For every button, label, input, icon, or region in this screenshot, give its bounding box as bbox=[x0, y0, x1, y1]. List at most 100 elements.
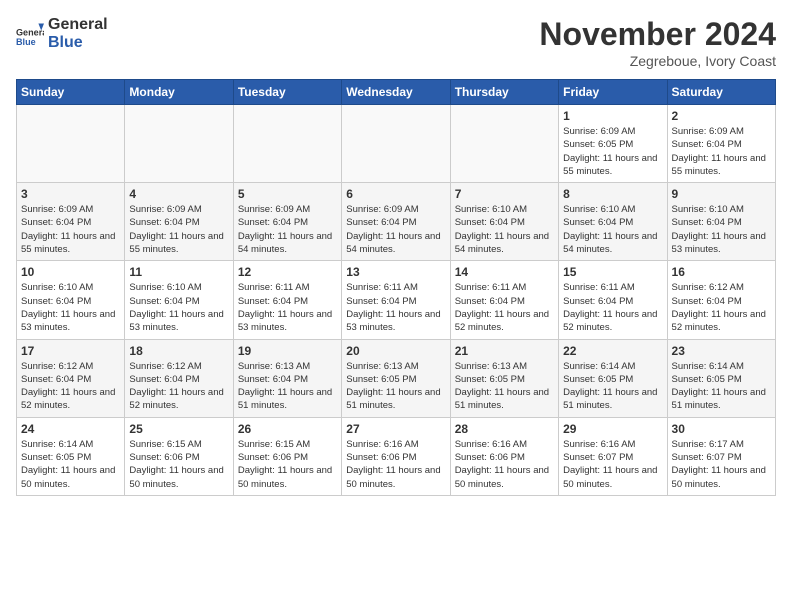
calendar-table: SundayMondayTuesdayWednesdayThursdayFrid… bbox=[16, 79, 776, 496]
calendar-week-row: 17 Sunrise: 6:12 AMSunset: 6:04 PMDayligh… bbox=[17, 339, 776, 417]
day-number: 5 bbox=[238, 187, 337, 201]
svg-text:Blue: Blue bbox=[16, 37, 36, 47]
day-info: Sunrise: 6:10 AMSunset: 6:04 PMDaylight:… bbox=[672, 203, 771, 256]
day-info: Sunrise: 6:10 AMSunset: 6:04 PMDaylight:… bbox=[129, 281, 228, 334]
calendar-cell: 20Sunrise: 6:13 AMSunset: 6:05 PMDayligh… bbox=[342, 339, 450, 417]
calendar-cell: 21 Sunrise: 6:13 AMSunset: 6:05 PMDayligh… bbox=[450, 339, 558, 417]
day-info: Sunrise: 6:12 AMSunset: 6:04 PMDaylight:… bbox=[672, 281, 771, 334]
calendar-cell bbox=[233, 105, 341, 183]
col-header-friday: Friday bbox=[559, 80, 667, 105]
day-info: Sunrise: 6:10 AMSunset: 6:04 PMDaylight:… bbox=[563, 203, 662, 256]
calendar-cell: 7 Sunrise: 6:10 AMSunset: 6:04 PMDaylight… bbox=[450, 183, 558, 261]
day-number: 14 bbox=[455, 265, 554, 279]
calendar-cell: 2 Sunrise: 6:09 AMSunset: 6:04 PMDaylight… bbox=[667, 105, 775, 183]
col-header-sunday: Sunday bbox=[17, 80, 125, 105]
calendar-cell: 8 Sunrise: 6:10 AMSunset: 6:04 PMDaylight… bbox=[559, 183, 667, 261]
calendar-cell: 3 Sunrise: 6:09 AMSunset: 6:04 PMDaylight… bbox=[17, 183, 125, 261]
day-info: Sunrise: 6:15 AMSunset: 6:06 PMDaylight:… bbox=[238, 438, 337, 491]
day-number: 23 bbox=[672, 344, 771, 358]
calendar-cell: 13Sunrise: 6:11 AMSunset: 6:04 PMDayligh… bbox=[342, 261, 450, 339]
day-info: Sunrise: 6:09 AMSunset: 6:04 PMDaylight:… bbox=[672, 125, 771, 178]
day-info: Sunrise: 6:14 AMSunset: 6:05 PMDaylight:… bbox=[672, 360, 771, 413]
day-info: Sunrise: 6:16 AMSunset: 6:06 PMDaylight:… bbox=[455, 438, 554, 491]
calendar-cell: 11 Sunrise: 6:10 AMSunset: 6:04 PMDayligh… bbox=[125, 261, 233, 339]
day-number: 26 bbox=[238, 422, 337, 436]
logo-blue: Blue bbox=[48, 34, 108, 52]
svg-text:General: General bbox=[16, 27, 44, 37]
calendar-week-row: 1Sunrise: 6:09 AMSunset: 6:05 PMDaylight… bbox=[17, 105, 776, 183]
col-header-wednesday: Wednesday bbox=[342, 80, 450, 105]
day-number: 18 bbox=[129, 344, 228, 358]
day-number: 11 bbox=[129, 265, 228, 279]
day-number: 9 bbox=[672, 187, 771, 201]
calendar-cell: 27 Sunrise: 6:16 AMSunset: 6:06 PMDayligh… bbox=[342, 417, 450, 495]
day-info: Sunrise: 6:12 AMSunset: 6:04 PMDaylight:… bbox=[21, 360, 120, 413]
calendar-cell: 15 Sunrise: 6:11 AMSunset: 6:04 PMDayligh… bbox=[559, 261, 667, 339]
calendar-cell: 28 Sunrise: 6:16 AMSunset: 6:06 PMDayligh… bbox=[450, 417, 558, 495]
logo-icon: General Blue bbox=[16, 20, 44, 48]
calendar-week-row: 10 Sunrise: 6:10 AMSunset: 6:04 PMDayligh… bbox=[17, 261, 776, 339]
month-year: November 2024 bbox=[539, 16, 776, 53]
calendar-cell: 23 Sunrise: 6:14 AMSunset: 6:05 PMDayligh… bbox=[667, 339, 775, 417]
calendar-cell: 12 Sunrise: 6:11 AMSunset: 6:04 PMDayligh… bbox=[233, 261, 341, 339]
day-number: 30 bbox=[672, 422, 771, 436]
day-number: 2 bbox=[672, 109, 771, 123]
day-number: 17 bbox=[21, 344, 120, 358]
calendar-cell: 19 Sunrise: 6:13 AMSunset: 6:04 PMDayligh… bbox=[233, 339, 341, 417]
day-info: Sunrise: 6:16 AMSunset: 6:06 PMDaylight:… bbox=[346, 438, 445, 491]
col-header-saturday: Saturday bbox=[667, 80, 775, 105]
logo-general: General bbox=[48, 16, 108, 34]
calendar-cell: 26 Sunrise: 6:15 AMSunset: 6:06 PMDayligh… bbox=[233, 417, 341, 495]
calendar-cell: 29 Sunrise: 6:16 AMSunset: 6:07 PMDayligh… bbox=[559, 417, 667, 495]
day-info: Sunrise: 6:10 AMSunset: 6:04 PMDaylight:… bbox=[21, 281, 120, 334]
col-header-tuesday: Tuesday bbox=[233, 80, 341, 105]
day-number: 19 bbox=[238, 344, 337, 358]
calendar-cell: 18 Sunrise: 6:12 AMSunset: 6:04 PMDayligh… bbox=[125, 339, 233, 417]
day-number: 21 bbox=[455, 344, 554, 358]
calendar-header-row: SundayMondayTuesdayWednesdayThursdayFrid… bbox=[17, 80, 776, 105]
calendar-cell: 22Sunrise: 6:14 AMSunset: 6:05 PMDayligh… bbox=[559, 339, 667, 417]
calendar-cell: 1Sunrise: 6:09 AMSunset: 6:05 PMDaylight… bbox=[559, 105, 667, 183]
calendar-cell bbox=[450, 105, 558, 183]
day-number: 6 bbox=[346, 187, 445, 201]
day-number: 22 bbox=[563, 344, 662, 358]
calendar-cell: 6 Sunrise: 6:09 AMSunset: 6:04 PMDaylight… bbox=[342, 183, 450, 261]
day-info: Sunrise: 6:12 AMSunset: 6:04 PMDaylight:… bbox=[129, 360, 228, 413]
calendar-cell bbox=[125, 105, 233, 183]
day-info: Sunrise: 6:13 AMSunset: 6:05 PMDaylight:… bbox=[346, 360, 445, 413]
day-number: 25 bbox=[129, 422, 228, 436]
day-info: Sunrise: 6:15 AMSunset: 6:06 PMDaylight:… bbox=[129, 438, 228, 491]
day-number: 12 bbox=[238, 265, 337, 279]
day-number: 4 bbox=[129, 187, 228, 201]
calendar-cell: 30 Sunrise: 6:17 AMSunset: 6:07 PMDayligh… bbox=[667, 417, 775, 495]
day-info: Sunrise: 6:09 AMSunset: 6:04 PMDaylight:… bbox=[346, 203, 445, 256]
day-number: 27 bbox=[346, 422, 445, 436]
day-number: 8 bbox=[563, 187, 662, 201]
calendar-cell: 25 Sunrise: 6:15 AMSunset: 6:06 PMDayligh… bbox=[125, 417, 233, 495]
day-info: Sunrise: 6:10 AMSunset: 6:04 PMDaylight:… bbox=[455, 203, 554, 256]
day-number: 7 bbox=[455, 187, 554, 201]
location: Zegreboue, Ivory Coast bbox=[539, 53, 776, 69]
day-info: Sunrise: 6:13 AMSunset: 6:04 PMDaylight:… bbox=[238, 360, 337, 413]
logo: General Blue General Blue bbox=[16, 16, 108, 51]
calendar-cell: 17 Sunrise: 6:12 AMSunset: 6:04 PMDayligh… bbox=[17, 339, 125, 417]
day-number: 3 bbox=[21, 187, 120, 201]
day-info: Sunrise: 6:16 AMSunset: 6:07 PMDaylight:… bbox=[563, 438, 662, 491]
day-number: 24 bbox=[21, 422, 120, 436]
day-info: Sunrise: 6:09 AMSunset: 6:04 PMDaylight:… bbox=[129, 203, 228, 256]
day-number: 28 bbox=[455, 422, 554, 436]
day-number: 10 bbox=[21, 265, 120, 279]
day-number: 1 bbox=[563, 109, 662, 123]
calendar-week-row: 24 Sunrise: 6:14 AMSunset: 6:05 PMDayligh… bbox=[17, 417, 776, 495]
calendar-cell: 10 Sunrise: 6:10 AMSunset: 6:04 PMDayligh… bbox=[17, 261, 125, 339]
day-info: Sunrise: 6:11 AMSunset: 6:04 PMDaylight:… bbox=[563, 281, 662, 334]
calendar-cell: 4 Sunrise: 6:09 AMSunset: 6:04 PMDaylight… bbox=[125, 183, 233, 261]
day-info: Sunrise: 6:14 AMSunset: 6:05 PMDaylight:… bbox=[21, 438, 120, 491]
day-info: Sunrise: 6:11 AMSunset: 6:04 PMDaylight:… bbox=[238, 281, 337, 334]
day-info: Sunrise: 6:13 AMSunset: 6:05 PMDaylight:… bbox=[455, 360, 554, 413]
calendar-cell: 16Sunrise: 6:12 AMSunset: 6:04 PMDayligh… bbox=[667, 261, 775, 339]
day-info: Sunrise: 6:09 AMSunset: 6:04 PMDaylight:… bbox=[21, 203, 120, 256]
day-info: Sunrise: 6:17 AMSunset: 6:07 PMDaylight:… bbox=[672, 438, 771, 491]
day-number: 29 bbox=[563, 422, 662, 436]
day-number: 15 bbox=[563, 265, 662, 279]
